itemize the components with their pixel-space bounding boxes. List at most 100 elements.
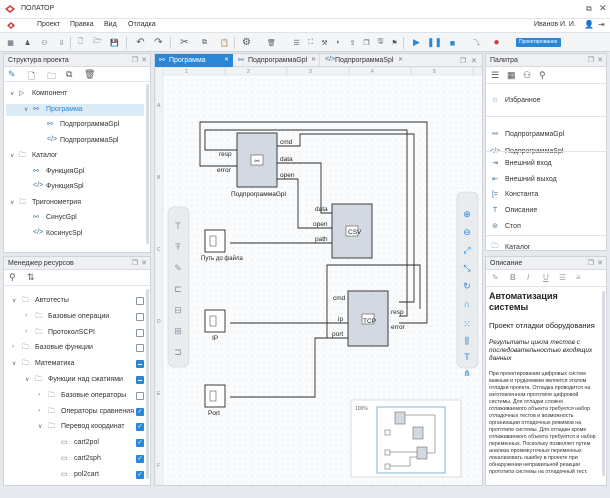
close-icon[interactable]: ✕: [141, 56, 147, 64]
tree-item[interactable]: ⚯ ПодпрограммаGpl: [6, 119, 144, 131]
new-file-icon[interactable]: 🗋: [74, 36, 87, 49]
scrollbar[interactable]: [146, 289, 149, 479]
chevron-right-icon[interactable]: ›: [25, 313, 27, 319]
minimap[interactable]: 100%: [350, 399, 462, 478]
palette-item[interactable]: ⇤ Внешний выход: [490, 173, 557, 185]
expand-icon[interactable]: ⤡: [461, 262, 473, 274]
checkbox[interactable]: ✓: [136, 407, 144, 416]
palette-item[interactable]: T Описание: [490, 204, 537, 216]
constant-ip[interactable]: [204, 309, 226, 333]
step-icon[interactable]: ⤵: [470, 36, 483, 49]
tree-item[interactable]: </> ФункцияSpl: [6, 181, 144, 193]
checkbox[interactable]: [136, 360, 144, 369]
resource-item[interactable]: › 🗀 Базовые операторы: [6, 390, 144, 402]
chevron-down-icon[interactable]: ∨: [10, 90, 14, 97]
description-content[interactable]: Автоматизация системы Проект отладки обо…: [489, 291, 599, 481]
users-icon[interactable]: ♟: [21, 36, 34, 49]
text-size-icon[interactable]: Ŧ: [172, 241, 184, 253]
pause-icon[interactable]: ❚❚: [427, 36, 442, 49]
tree-item[interactable]: </> КосинусSpl: [6, 228, 144, 240]
zoom-in-icon[interactable]: ⊕: [461, 208, 473, 220]
chevron-down-icon[interactable]: ∨: [10, 152, 14, 159]
checkbox[interactable]: [136, 328, 144, 337]
palette-item[interactable]: ⊘ Стоп: [490, 220, 521, 232]
edit-icon[interactable]: ✎: [8, 69, 16, 80]
menu-edit[interactable]: Правка: [70, 21, 94, 28]
delete-icon[interactable]: 🗑: [84, 69, 95, 80]
align-left-icon[interactable]: ⊏: [172, 283, 184, 295]
save-as-icon[interactable]: 🖫: [374, 36, 387, 49]
tab-program[interactable]: ⚯ Программа ✕: [155, 54, 233, 67]
close-tab-icon[interactable]: ✕: [398, 56, 403, 63]
fit-screen-icon[interactable]: ⤢: [461, 244, 473, 256]
checkbox[interactable]: [136, 312, 144, 321]
menu-view[interactable]: Вид: [104, 21, 117, 28]
tree-item[interactable]: ⚯ СинусGpl: [6, 212, 144, 224]
close-tab-icon[interactable]: ✕: [224, 56, 229, 63]
tree-icon[interactable]: ⋔: [461, 367, 473, 379]
zoom-out-icon[interactable]: ⊖: [461, 226, 473, 238]
chevron-down-icon[interactable]: ∨: [12, 360, 16, 367]
maximize-icon[interactable]: ⧉: [586, 4, 592, 14]
chevron-right-icon[interactable]: ›: [38, 392, 40, 398]
grid-icon[interactable]: ▦: [4, 36, 17, 49]
edit-icon[interactable]: ✎: [492, 273, 499, 282]
chevron-down-icon[interactable]: ∨: [25, 376, 29, 383]
resource-item[interactable]: › 🗀 Операторы сравнения ✓: [6, 406, 144, 418]
paste-icon[interactable]: 📋: [218, 36, 231, 49]
list-icon[interactable]: ☰: [559, 273, 566, 282]
import-icon[interactable]: ⇩: [55, 36, 68, 49]
palette-item[interactable]: ⇥ Внешний вход: [490, 157, 552, 169]
add-file-icon[interactable]: 🗋: [28, 69, 35, 85]
chevron-down-icon[interactable]: ∨: [10, 199, 14, 206]
restore-icon[interactable]: ❐: [460, 57, 466, 65]
text-icon[interactable]: T: [461, 351, 473, 363]
resource-item[interactable]: ▭ pol2cart ✓: [6, 469, 144, 481]
record-icon[interactable]: ●: [490, 36, 503, 49]
block-subprogram-gpl[interactable]: ⚯: [236, 132, 278, 188]
italic-icon[interactable]: I: [527, 273, 529, 282]
undo-icon[interactable]: ↶: [134, 36, 147, 49]
user-avatar-icon[interactable]: 👤: [584, 20, 594, 29]
open-file-icon[interactable]: 🗁: [91, 36, 104, 49]
checkbox[interactable]: [136, 376, 144, 384]
resource-item[interactable]: › 🗀 ПротоколSCPI: [6, 327, 144, 339]
tool-icon[interactable]: ⚒: [318, 36, 331, 49]
windows-icon[interactable]: ❐: [360, 36, 373, 49]
chevron-down-icon[interactable]: ∨: [24, 106, 28, 113]
constant-port[interactable]: [204, 384, 226, 408]
group-icon[interactable]: ⚇: [523, 70, 531, 81]
people-icon[interactable]: ⚇: [38, 36, 51, 49]
checkbox[interactable]: [136, 297, 144, 305]
filter-icon[interactable]: ⚲: [9, 272, 16, 283]
checkbox[interactable]: ✓: [136, 455, 144, 463]
magnet-icon[interactable]: ∩: [461, 298, 473, 310]
align-center-icon[interactable]: ⊞: [172, 325, 184, 337]
resource-item[interactable]: ∨ 🗀 Функции над сжатиями: [6, 374, 144, 386]
sliders-icon[interactable]: ☰: [290, 36, 303, 49]
tab-subprogram-gpl[interactable]: ⚯ ПодпрограммаGpl ✕: [234, 54, 320, 67]
cut-icon[interactable]: ✂: [178, 36, 191, 49]
checkbox[interactable]: [136, 344, 144, 353]
checkbox[interactable]: ✓: [136, 439, 144, 448]
menu-debug[interactable]: Отладка: [128, 21, 156, 28]
resource-item[interactable]: › 🗀 Базовые функции: [6, 342, 144, 354]
restore-icon[interactable]: ❐: [132, 56, 138, 64]
run-icon[interactable]: ▶: [410, 36, 423, 49]
search-icon[interactable]: ⚲: [539, 70, 546, 81]
chevron-right-icon[interactable]: ›: [12, 344, 14, 350]
delete-icon[interactable]: 🗑: [265, 36, 278, 49]
bold-icon[interactable]: B: [510, 273, 516, 282]
exit-icon[interactable]: ⇥: [598, 20, 605, 29]
chevron-down-icon[interactable]: ∨: [38, 423, 42, 430]
resource-item[interactable]: ∨ 🗀 Математика: [6, 358, 144, 370]
align-right-icon[interactable]: ⊐: [172, 346, 184, 358]
mode-badge[interactable]: Проектирование: [516, 38, 561, 47]
close-icon[interactable]: ✕: [597, 259, 603, 267]
tab-subprogram-spl[interactable]: </> ПодпрограммаSpl ✕: [321, 54, 407, 67]
palette-item[interactable]: ☆ Избранное: [490, 94, 541, 106]
sort-icon[interactable]: ⇅: [27, 272, 35, 283]
text-tool-icon[interactable]: T: [172, 220, 184, 232]
redo-icon[interactable]: ↷: [152, 36, 165, 49]
resource-item[interactable]: ▭ cart2pol ✓: [6, 437, 144, 449]
